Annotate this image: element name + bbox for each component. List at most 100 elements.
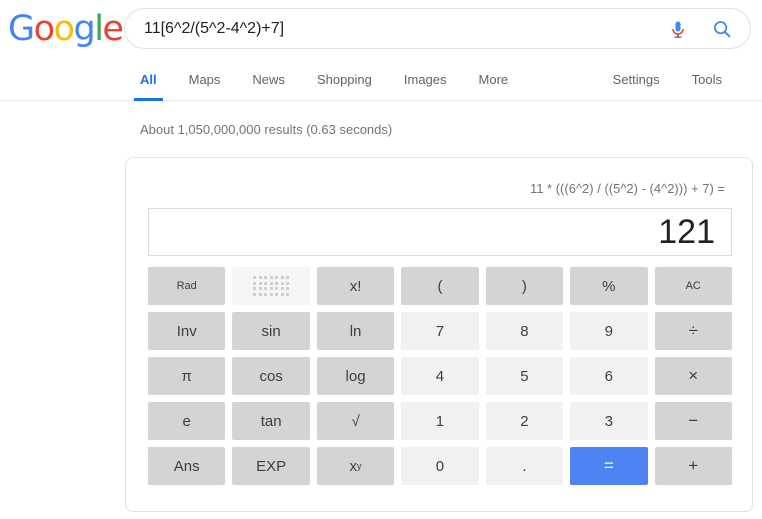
digit-8-button[interactable]: 8 (486, 312, 563, 350)
key-label: 1 (436, 413, 444, 430)
key-label: √ (351, 413, 359, 430)
key-label: + (688, 456, 698, 476)
search-bar[interactable]: 11[6^2/(5^2-4^2)+7] (124, 8, 751, 49)
key-label: x! (350, 278, 362, 295)
digit-4-button[interactable]: 4 (401, 357, 478, 395)
search-nav-tabs: AllMapsNewsShoppingImagesMore SettingsTo… (0, 57, 762, 101)
digit-1-button[interactable]: 1 (401, 402, 478, 440)
key-label: Rad (177, 280, 197, 292)
keypad-row: e tan √ 1 2 3 − (148, 402, 732, 440)
digit-0-button[interactable]: 0 (401, 447, 478, 485)
search-icon[interactable] (700, 8, 744, 49)
nav-tab-images[interactable]: Images (388, 57, 463, 101)
keypad-row: π cos log 4 5 6 × (148, 357, 732, 395)
key-label: Inv (177, 323, 197, 340)
key-label: π (182, 368, 192, 385)
logo-letter-2: o (54, 10, 74, 48)
google-logo[interactable]: Google (8, 10, 122, 48)
key-label: x (350, 458, 358, 475)
key-label: % (602, 278, 615, 295)
pi-button[interactable]: π (148, 357, 225, 395)
log-button[interactable]: log (317, 357, 394, 395)
key-label: AC (686, 280, 701, 292)
key-label: EXP (256, 458, 286, 475)
key-label: ( (437, 278, 442, 295)
key-label: ÷ (689, 321, 698, 341)
nav-tab-maps[interactable]: Maps (173, 57, 237, 101)
nav-tab-shopping[interactable]: Shopping (301, 57, 388, 101)
key-label: 3 (605, 413, 613, 430)
ln-button[interactable]: ln (317, 312, 394, 350)
minus-button[interactable]: − (655, 402, 732, 440)
logo-letter-1: o (34, 10, 54, 48)
calculator-keypad: Rad x! ()% AC Inv sin ln 7 8 9 ÷ π cos log 4 5 6 × e tan √ 1 2… (148, 267, 732, 492)
sin-button[interactable]: sin (232, 312, 309, 350)
cos-button[interactable]: cos (232, 357, 309, 395)
keypad-grid-icon (253, 276, 289, 296)
nav-action-settings[interactable]: Settings (597, 57, 676, 101)
close-paren-button[interactable]: ) (486, 267, 563, 305)
nav-tab-news[interactable]: News (236, 57, 301, 101)
key-label: Ans (174, 458, 200, 475)
key-label: × (688, 366, 698, 386)
keypad-row: Ans EXP xy 0. = + (148, 447, 732, 485)
key-label: . (522, 458, 526, 475)
euler-button[interactable]: e (148, 402, 225, 440)
equals-button[interactable]: = (570, 447, 647, 485)
key-label: cos (259, 368, 282, 385)
percent-button[interactable]: % (570, 267, 647, 305)
decimal-point-button[interactable]: . (486, 447, 563, 485)
digit-7-button[interactable]: 7 (401, 312, 478, 350)
calculator-display[interactable]: 121 (148, 208, 732, 256)
key-label: sin (262, 323, 281, 340)
key-label: ln (350, 323, 362, 340)
key-superscript: y (357, 461, 362, 471)
inverse-button[interactable]: Inv (148, 312, 225, 350)
answer-button[interactable]: Ans (148, 447, 225, 485)
key-label: − (688, 411, 698, 431)
logo-letter-0: G (8, 10, 34, 48)
page-header: Google 11[6^2/(5^2-4^2)+7] (0, 0, 762, 57)
nav-action-tools[interactable]: Tools (676, 57, 738, 101)
rad-button[interactable]: Rad (148, 267, 225, 305)
key-label: 5 (520, 368, 528, 385)
factorial-button[interactable]: x! (317, 267, 394, 305)
key-label: e (183, 413, 191, 430)
tan-button[interactable]: tan (232, 402, 309, 440)
nav-tab-all[interactable]: All (124, 57, 173, 101)
digit-9-button[interactable]: 9 (570, 312, 647, 350)
result-stats: About 1,050,000,000 results (0.63 second… (140, 122, 392, 137)
key-label: 7 (436, 323, 444, 340)
all-clear-button[interactable]: AC (655, 267, 732, 305)
power-button[interactable]: xy (317, 447, 394, 485)
logo-letter-4: l (94, 10, 102, 48)
exponent-button[interactable]: EXP (232, 447, 309, 485)
key-label: 0 (436, 458, 444, 475)
open-paren-button[interactable]: ( (401, 267, 478, 305)
key-label: 2 (520, 413, 528, 430)
plus-button[interactable]: + (655, 447, 732, 485)
key-label: log (346, 368, 366, 385)
digit-2-button[interactable]: 2 (486, 402, 563, 440)
keypad-row: Inv sin ln 7 8 9 ÷ (148, 312, 732, 350)
key-label: 6 (605, 368, 613, 385)
calculator-expression: 11 * (((6^2) / ((5^2) - (4^2))) + 7) = (530, 181, 725, 196)
nav-tabs-right: SettingsTools (597, 57, 738, 101)
keypad-toggle-button[interactable] (232, 267, 309, 305)
key-label: ) (522, 278, 527, 295)
key-label: 8 (520, 323, 528, 340)
keypad-row: Rad x! ()% AC (148, 267, 732, 305)
key-label: tan (261, 413, 282, 430)
divide-button[interactable]: ÷ (655, 312, 732, 350)
digit-5-button[interactable]: 5 (486, 357, 563, 395)
search-input[interactable]: 11[6^2/(5^2-4^2)+7] (125, 20, 656, 38)
digit-6-button[interactable]: 6 (570, 357, 647, 395)
digit-3-button[interactable]: 3 (570, 402, 647, 440)
nav-tab-more[interactable]: More (463, 57, 525, 101)
microphone-icon[interactable] (656, 8, 700, 49)
nav-tabs-left: AllMapsNewsShoppingImagesMore (124, 57, 524, 101)
multiply-button[interactable]: × (655, 357, 732, 395)
key-label: 4 (436, 368, 444, 385)
key-label: 9 (605, 323, 613, 340)
sqrt-button[interactable]: √ (317, 402, 394, 440)
